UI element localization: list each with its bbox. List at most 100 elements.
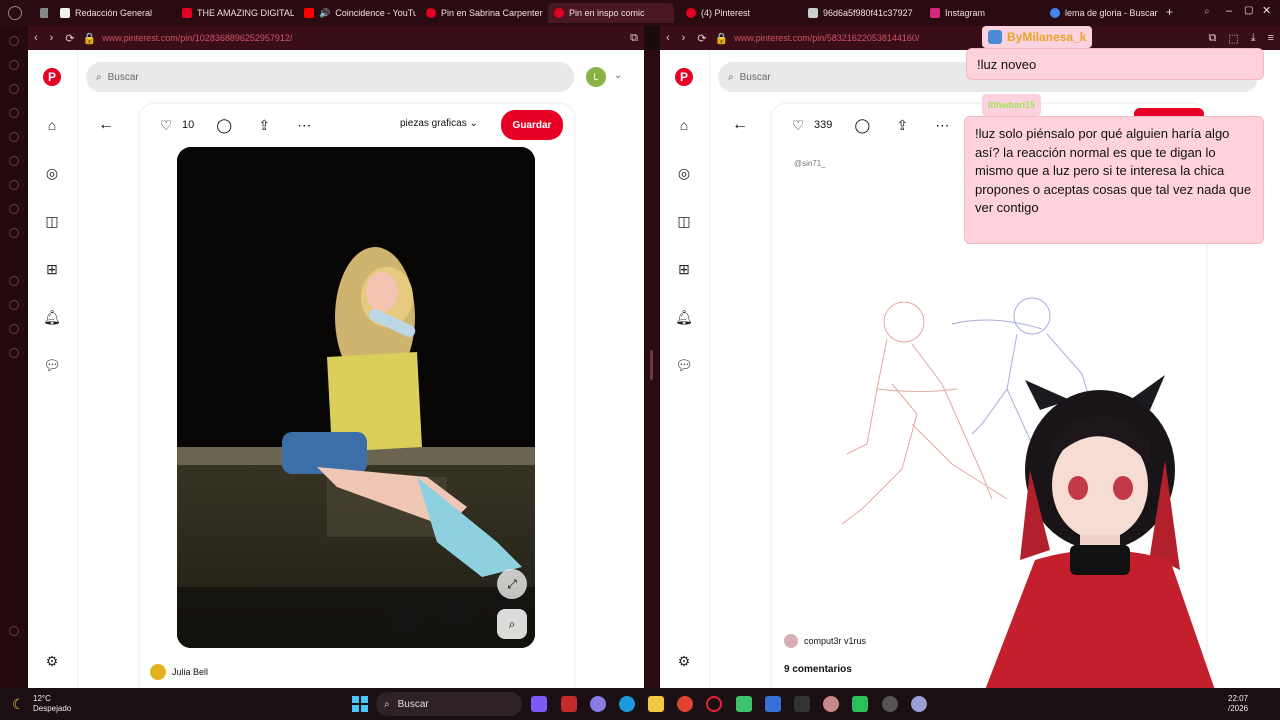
close-icon[interactable]: ✕: [1262, 4, 1271, 17]
tab-5[interactable]: (4) Pinterest: [680, 3, 798, 23]
sidebar-icon[interactable]: [9, 156, 19, 166]
snapshot-icon[interactable]: ⧉: [1208, 32, 1216, 45]
extensions-icon[interactable]: ⬚: [1228, 32, 1238, 45]
boards-icon[interactable]: ◫: [43, 212, 61, 230]
app-icon[interactable]: [911, 696, 927, 712]
sidebar-icon[interactable]: [9, 204, 19, 214]
forward-icon[interactable]: ›: [682, 32, 686, 44]
app-icon[interactable]: [823, 696, 839, 712]
save-button[interactable]: Guardar: [501, 110, 563, 140]
pinterest-logo-icon[interactable]: P: [43, 68, 61, 86]
reload-icon[interactable]: ⟳: [65, 32, 74, 45]
file-explorer-icon[interactable]: [648, 696, 664, 712]
home-icon[interactable]: ⌂: [675, 116, 693, 134]
pinterest-logo-icon[interactable]: P: [675, 68, 693, 86]
split-divider[interactable]: [644, 50, 660, 688]
heart-icon[interactable]: ♡: [156, 117, 176, 134]
sidebar-icon[interactable]: [9, 108, 19, 118]
app-icon[interactable]: [852, 696, 868, 712]
snapshot-icon[interactable]: ⧉: [630, 32, 638, 45]
forward-icon[interactable]: ›: [50, 32, 54, 44]
comments-count[interactable]: 9 comentarios: [784, 664, 852, 675]
visual-search-icon[interactable]: ⌕: [497, 609, 527, 639]
author-row[interactable]: comput3r v1rus: [784, 634, 866, 648]
share-icon[interactable]: ⇪: [254, 117, 274, 134]
app-icon[interactable]: [561, 696, 577, 712]
tab-3[interactable]: Pin en Sabrina Carpenter: [420, 3, 544, 23]
chrome-icon[interactable]: [677, 696, 693, 712]
notifications-icon[interactable]: 🔔︎: [675, 308, 693, 326]
download-icon[interactable]: ⤓: [1251, 32, 1256, 45]
tab-2[interactable]: 🔊 Coincidence - YouTu: [298, 3, 416, 23]
copilot-icon[interactable]: [531, 696, 547, 712]
search-input[interactable]: ⌕ Buscar: [86, 62, 574, 92]
opera-menu-icon[interactable]: [8, 6, 22, 20]
explore-icon[interactable]: ◎: [43, 164, 61, 182]
tab-4[interactable]: Pin en inspo comic: [548, 3, 674, 23]
back-arrow-icon[interactable]: ←: [732, 116, 748, 134]
capcut-icon[interactable]: [794, 696, 810, 712]
edge-icon[interactable]: [619, 696, 635, 712]
heart-icon[interactable]: ♡: [788, 117, 808, 134]
taskbar-search[interactable]: ⌕ Buscar: [376, 692, 522, 716]
tab-1[interactable]: THE AMAZING DIGITAL: [176, 3, 294, 23]
chevron-down-icon[interactable]: ⌄: [614, 70, 622, 81]
tab-0[interactable]: Redacción General: [54, 3, 172, 23]
search-tabs-icon[interactable]: ⌕: [1204, 6, 1210, 17]
sidebar-icon[interactable]: [9, 132, 19, 142]
menu-icon[interactable]: ≡: [1268, 32, 1274, 44]
more-icon[interactable]: ⋯: [932, 117, 952, 134]
home-icon[interactable]: ⌂: [43, 116, 61, 134]
avatar[interactable]: L: [586, 67, 606, 87]
reload-icon[interactable]: ⟳: [697, 32, 706, 45]
sidebar-icon[interactable]: [9, 626, 19, 636]
explore-icon[interactable]: ◎: [675, 164, 693, 182]
comment-icon[interactable]: ◯: [214, 117, 234, 134]
weather-widget[interactable]: 12°C Despejado: [33, 694, 71, 714]
sidebar-icon[interactable]: [9, 276, 19, 286]
chat-username-text: ByMilanesa_k: [1007, 30, 1087, 44]
new-tab-button[interactable]: +: [1166, 5, 1173, 19]
workspace-icon[interactable]: [34, 3, 48, 23]
tab-7[interactable]: Instagram: [924, 3, 1042, 23]
opera-icon[interactable]: [706, 696, 722, 712]
create-icon[interactable]: ⊞: [675, 260, 693, 278]
app-icon[interactable]: [765, 696, 781, 712]
url-field[interactable]: www.pinterest.com/pin/102836889625295791…: [102, 33, 292, 43]
app-icon[interactable]: [736, 696, 752, 712]
tab-6[interactable]: 96d6a5f980f41c37927: [802, 3, 920, 23]
maximize-icon[interactable]: ▢: [1244, 5, 1253, 16]
settings-icon[interactable]: ⚙: [43, 652, 61, 670]
sidebar-icon[interactable]: [9, 300, 19, 310]
messages-icon[interactable]: 💬︎: [43, 356, 61, 374]
create-icon[interactable]: ⊞: [43, 260, 61, 278]
messages-icon[interactable]: 💬︎: [675, 356, 693, 374]
app-icon[interactable]: [590, 696, 606, 712]
minimize-icon[interactable]: –: [1226, 5, 1232, 17]
sidebar-icon[interactable]: [9, 228, 19, 238]
settings-icon[interactable]: ⚙: [675, 652, 693, 670]
board-select[interactable]: piezas graficas ⌄: [400, 118, 478, 129]
expand-icon[interactable]: ⤢: [497, 569, 527, 599]
back-icon[interactable]: ‹: [34, 32, 38, 44]
sidebar-icon[interactable]: [9, 180, 19, 190]
start-button[interactable]: [352, 696, 368, 712]
tab-8[interactable]: lema de gloria - Buscar: [1044, 3, 1162, 23]
notifications-icon[interactable]: 🔔︎: [43, 308, 61, 326]
share-icon[interactable]: ⇪: [892, 117, 912, 134]
comment-icon[interactable]: ◯: [852, 117, 872, 134]
sidebar-icon[interactable]: [9, 324, 19, 334]
sidebar-icon[interactable]: [9, 348, 19, 358]
sidebar-icon[interactable]: [9, 84, 19, 94]
boards-icon[interactable]: ◫: [675, 212, 693, 230]
sidebar-icon[interactable]: [9, 60, 19, 70]
clock[interactable]: 22:07 /2026: [1228, 694, 1248, 714]
obs-icon[interactable]: [882, 696, 898, 712]
more-icon[interactable]: ⋯: [294, 117, 314, 134]
author-row[interactable]: Julia Bell: [150, 664, 208, 680]
back-icon[interactable]: ‹: [666, 32, 670, 44]
sidebar-icon[interactable]: [9, 36, 19, 46]
pin-image[interactable]: ⤢ ⌕: [177, 147, 535, 648]
url-field[interactable]: www.pinterest.com/pin/583216220538144160…: [734, 33, 919, 43]
back-arrow-icon[interactable]: ←: [98, 116, 114, 134]
